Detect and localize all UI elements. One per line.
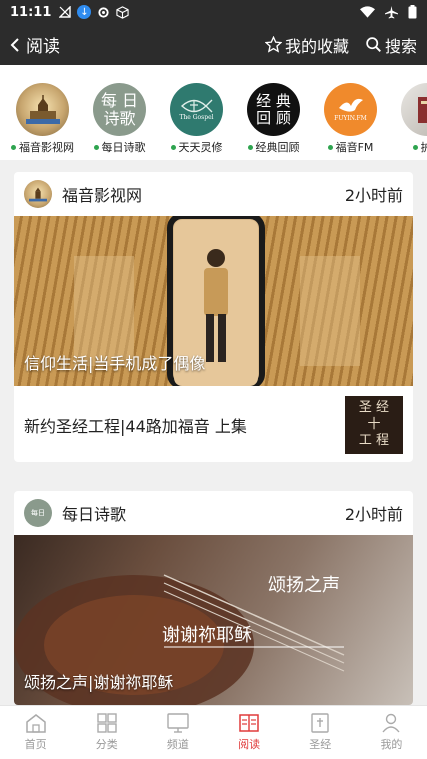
status-time: 11:11 bbox=[10, 4, 52, 20]
signal-off-icon bbox=[59, 6, 72, 18]
church-icon bbox=[29, 187, 47, 202]
status-bar: 11:11 ↓ bbox=[0, 0, 427, 24]
tab-home[interactable]: 首页 bbox=[0, 706, 71, 759]
channel-label: 福音影视网 bbox=[19, 141, 74, 154]
online-dot-icon bbox=[327, 144, 333, 150]
channel-logo: The Gospel bbox=[170, 83, 223, 136]
online-dot-icon bbox=[170, 144, 176, 150]
channel-item-fuyin-video[interactable]: 福音影视网 bbox=[4, 83, 81, 160]
channel-item-fuyin-fm[interactable]: FUYIN.FM 福音FM bbox=[312, 83, 389, 160]
article-card: 每日 每日诗歌 2小时前 颂扬之声 谢谢祢耶稣 颂扬之声|谢谢祢耶稣 bbox=[14, 491, 413, 705]
online-dot-icon bbox=[11, 144, 16, 150]
hero-image[interactable]: 颂扬之声 谢谢祢耶稣 颂扬之声|谢谢祢耶稣 bbox=[14, 535, 413, 705]
star-icon bbox=[264, 36, 282, 53]
online-dot-icon bbox=[412, 144, 418, 150]
channel-label: 每日诗歌 bbox=[101, 141, 146, 154]
channel-item-apologetics[interactable]: 护教 bbox=[389, 83, 427, 160]
thumbnail-text: 圣 经 十 工 程 bbox=[358, 399, 390, 449]
battery-icon bbox=[408, 5, 417, 19]
grid-icon bbox=[97, 713, 117, 733]
tab-label: 首页 bbox=[24, 738, 47, 751]
channel-logo bbox=[16, 83, 69, 136]
channel-item-daily-devotion[interactable]: The Gospel 天天灵修 bbox=[158, 83, 235, 160]
search-icon bbox=[366, 37, 381, 52]
list-item[interactable]: 新约圣经工程|44路加福音 上集 圣 经 十 工 程 bbox=[14, 386, 413, 462]
chevron-left-icon bbox=[10, 37, 19, 52]
download-icon: ↓ bbox=[77, 5, 92, 19]
online-dot-icon bbox=[93, 144, 99, 150]
book-cover-icon bbox=[417, 96, 427, 123]
channel-label: 天天灵修 bbox=[178, 141, 223, 154]
list-item-thumbnail: 圣 经 十 工 程 bbox=[345, 396, 403, 454]
search-button[interactable]: 搜索 bbox=[365, 33, 417, 57]
user-icon bbox=[382, 713, 400, 733]
card-header[interactable]: 福音影视网 2小时前 bbox=[14, 172, 413, 216]
app-header: 阅读 我的收藏 搜索 bbox=[0, 24, 427, 65]
favorites-label: 我的收藏 bbox=[284, 36, 349, 56]
channel-logo-text: 每 日 诗歌 bbox=[100, 90, 139, 128]
channel-item-daily-poems[interactable]: 每 日 诗歌 每日诗歌 bbox=[81, 83, 158, 160]
tab-label: 频道 bbox=[166, 738, 189, 751]
tab-category[interactable]: 分类 bbox=[71, 706, 142, 759]
cube-icon bbox=[116, 5, 130, 19]
channel-label: 护教 bbox=[420, 141, 427, 154]
card-source: 每日诗歌 bbox=[62, 505, 127, 524]
tv-icon bbox=[167, 713, 189, 733]
channel-logo-text: 经 典 回 顾 bbox=[256, 92, 291, 127]
tab-mine[interactable]: 我的 bbox=[356, 706, 427, 759]
fish-icon bbox=[180, 99, 212, 113]
tab-label: 圣经 bbox=[309, 738, 332, 751]
card-header[interactable]: 每日 每日诗歌 2小时前 bbox=[14, 491, 413, 535]
wifi-icon bbox=[360, 6, 375, 18]
hero-caption: 信仰生活|当手机成了偶像 bbox=[24, 354, 206, 373]
avatar bbox=[24, 180, 52, 208]
status-left-icons: ↓ bbox=[59, 5, 130, 19]
channel-item-classic-review[interactable]: 经 典 回 顾 经典回顾 bbox=[235, 83, 312, 160]
gear-icon bbox=[98, 6, 109, 18]
tab-channel[interactable]: 频道 bbox=[142, 706, 213, 759]
channel-logo-text: The Gospel bbox=[179, 114, 214, 122]
tab-reading[interactable]: 阅读 bbox=[214, 706, 285, 759]
channel-label: 经典回顾 bbox=[255, 141, 300, 154]
avatar: 每日 bbox=[24, 499, 52, 527]
card-time: 2小时前 bbox=[344, 186, 403, 205]
bottom-tab-bar: 首页 分类 频道 阅读 圣经 我的 bbox=[0, 705, 427, 759]
home-icon bbox=[25, 714, 46, 733]
book-icon bbox=[239, 714, 259, 732]
tab-label: 分类 bbox=[95, 738, 118, 751]
channel-logo-text: FUYIN.FM bbox=[334, 115, 367, 123]
channel-logo: FUYIN.FM bbox=[324, 83, 377, 136]
list-item-title: 新约圣经工程|44路加福音 上集 bbox=[24, 417, 247, 436]
hero-overlay-subtitle: 谢谢祢耶稣 bbox=[162, 625, 252, 646]
back-button[interactable]: 阅读 bbox=[10, 32, 60, 57]
page-title: 阅读 bbox=[26, 37, 60, 57]
search-label: 搜索 bbox=[384, 36, 417, 56]
bible-icon bbox=[311, 713, 329, 733]
church-icon bbox=[25, 94, 60, 124]
article-card: 福音影视网 2小时前 信仰生活|当手机成了偶像 新约圣经工程|44路加福音 上集… bbox=[14, 172, 413, 462]
favorites-button[interactable]: 我的收藏 bbox=[264, 33, 349, 57]
tab-bible[interactable]: 圣经 bbox=[285, 706, 356, 759]
dove-icon bbox=[338, 99, 363, 112]
channel-logo: 每 日 诗歌 bbox=[93, 83, 146, 136]
online-dot-icon bbox=[247, 144, 253, 150]
channel-label: 福音FM bbox=[335, 141, 374, 154]
card-source: 福音影视网 bbox=[62, 186, 143, 205]
tab-label: 我的 bbox=[380, 738, 403, 751]
channel-logo bbox=[401, 83, 427, 136]
airplane-icon bbox=[385, 5, 398, 19]
hero-caption: 颂扬之声|谢谢祢耶稣 bbox=[24, 673, 174, 692]
hero-overlay-title: 颂扬之声 bbox=[268, 575, 340, 596]
card-time: 2小时前 bbox=[344, 505, 403, 524]
channel-logo: 经 典 回 顾 bbox=[247, 83, 300, 136]
channel-strip: 福音影视网 每 日 诗歌 每日诗歌 The Gospel 天天灵修 经 典 回 … bbox=[0, 65, 427, 160]
tab-label: 阅读 bbox=[238, 738, 261, 751]
hero-image[interactable]: 信仰生活|当手机成了偶像 bbox=[14, 216, 413, 386]
